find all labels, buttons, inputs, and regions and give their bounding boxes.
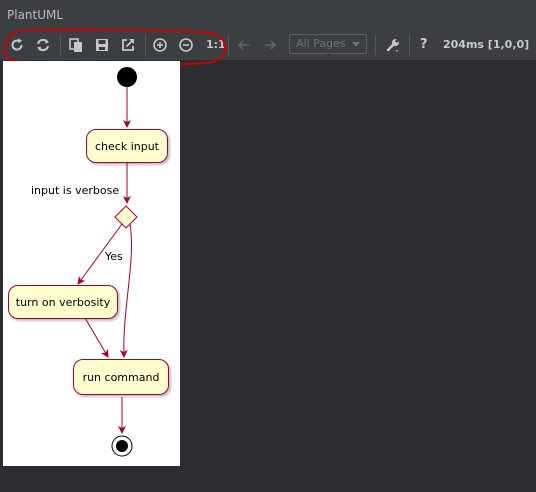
previous-page-button[interactable] <box>233 34 255 56</box>
sync-icon <box>37 38 49 52</box>
save-button[interactable] <box>91 34 113 56</box>
toolbar: 1:1 All Pages ? 204ms [1,0,0] <box>0 30 536 60</box>
activity-label: run command <box>82 370 160 384</box>
arrow-left-icon <box>237 40 249 50</box>
activity-run-command: run command <box>73 359 169 395</box>
toolbar-separator <box>375 35 376 55</box>
toolbar-separator <box>60 35 61 55</box>
settings-button[interactable] <box>382 34 404 56</box>
arrow-right-icon <box>265 40 277 50</box>
page-select-value: All Pages <box>296 37 346 50</box>
page-select[interactable]: All Pages <box>289 34 367 54</box>
zoom-out-button[interactable] <box>175 34 197 56</box>
toolbar-separator <box>228 35 229 55</box>
sync-button[interactable] <box>32 34 54 56</box>
render-status: 204ms [1,0,0] <box>443 38 530 51</box>
diagram-connectors <box>77 67 138 457</box>
external-icon <box>122 39 134 51</box>
zoom-in-button[interactable] <box>149 34 171 56</box>
copy-icon <box>69 38 82 52</box>
activity-check-input: check input <box>86 129 168 163</box>
decision-diamond <box>114 205 138 229</box>
toolbar-separator <box>409 35 410 55</box>
open-external-button[interactable] <box>117 34 139 56</box>
start-node <box>117 67 137 87</box>
refresh-icon <box>11 38 23 51</box>
branch-label: Yes <box>105 250 123 263</box>
next-page-button[interactable] <box>259 34 281 56</box>
refresh-button[interactable] <box>6 34 28 56</box>
activity-label: turn on verbosity <box>15 295 111 309</box>
help-button[interactable]: ? <box>420 30 428 60</box>
zoom-out-icon <box>179 38 193 52</box>
wrench-icon <box>386 39 399 52</box>
save-icon <box>96 39 108 51</box>
chevron-down-icon <box>352 42 360 47</box>
activity-turn-on-verbosity: turn on verbosity <box>8 285 118 319</box>
guard-label: input is verbose <box>31 184 120 197</box>
window-title: PlantUML <box>7 8 64 22</box>
diagram-canvas: check input input is verbose Yes turn on… <box>3 61 180 466</box>
tool-window-title: PlantUML <box>0 0 536 30</box>
zoom-in-icon <box>153 38 167 52</box>
actual-size-button[interactable]: 1:1 <box>206 30 226 60</box>
copy-button[interactable] <box>65 34 87 56</box>
toolbar-separator <box>145 35 146 55</box>
activity-label: check input <box>95 139 159 153</box>
